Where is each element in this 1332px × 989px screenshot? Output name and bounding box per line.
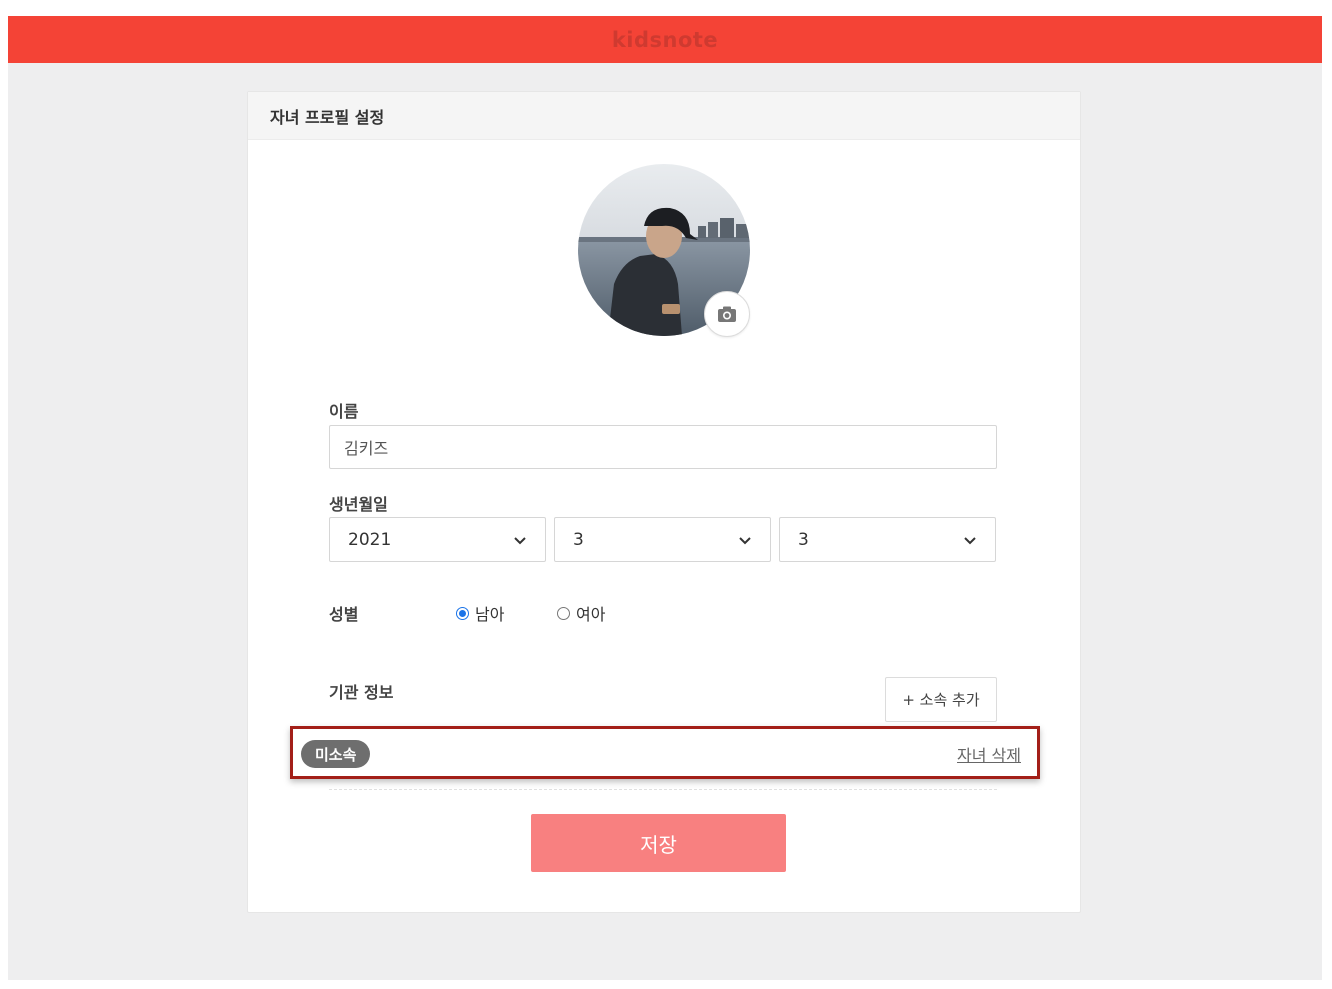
camera-icon	[718, 306, 736, 322]
birth-month-value: 3	[573, 529, 584, 550]
add-org-button[interactable]: + 소속 추가	[885, 677, 997, 722]
app-frame: kidsnote 자녀 프로필 설정 이름 김키즈 생년월일 2021 3 3 …	[8, 16, 1322, 980]
profile-card: 자녀 프로필 설정 이름 김키즈 생년월일 2021 3 3 성별 남아 여아 …	[247, 91, 1081, 913]
gender-option-female-label: 여아	[576, 605, 606, 624]
birth-day-select[interactable]: 3	[779, 517, 996, 562]
name-label: 이름	[329, 402, 359, 421]
chevron-down-icon	[964, 536, 976, 544]
top-bar: kidsnote	[8, 16, 1322, 63]
birth-day-value: 3	[798, 529, 809, 550]
name-input[interactable]	[329, 425, 997, 469]
chevron-down-icon	[514, 536, 526, 544]
card-title: 자녀 프로필 설정	[248, 92, 1080, 140]
radio-female[interactable]	[557, 606, 570, 620]
org-status-badge: 미소속	[301, 740, 371, 768]
gender-option-male-label: 남아	[475, 605, 505, 624]
gender-option-male[interactable]: 남아	[456, 601, 504, 625]
save-button[interactable]: 저장	[531, 814, 786, 872]
gender-option-female[interactable]: 여아	[557, 601, 605, 625]
birth-month-select[interactable]: 3	[554, 517, 771, 562]
divider	[329, 789, 997, 790]
org-label: 기관 정보	[329, 683, 394, 702]
org-row: 미소속 자녀 삭제	[290, 726, 1040, 779]
birth-label: 생년월일	[329, 495, 388, 514]
change-photo-button[interactable]	[704, 291, 750, 337]
chevron-down-icon	[739, 536, 751, 544]
birth-year-value: 2021	[348, 529, 392, 550]
delete-child-link[interactable]: 자녀 삭제	[957, 742, 1021, 766]
radio-male[interactable]	[456, 606, 469, 620]
birth-year-select[interactable]: 2021	[329, 517, 546, 562]
brand-logo[interactable]: kidsnote	[612, 28, 718, 52]
gender-label: 성별	[329, 605, 359, 624]
